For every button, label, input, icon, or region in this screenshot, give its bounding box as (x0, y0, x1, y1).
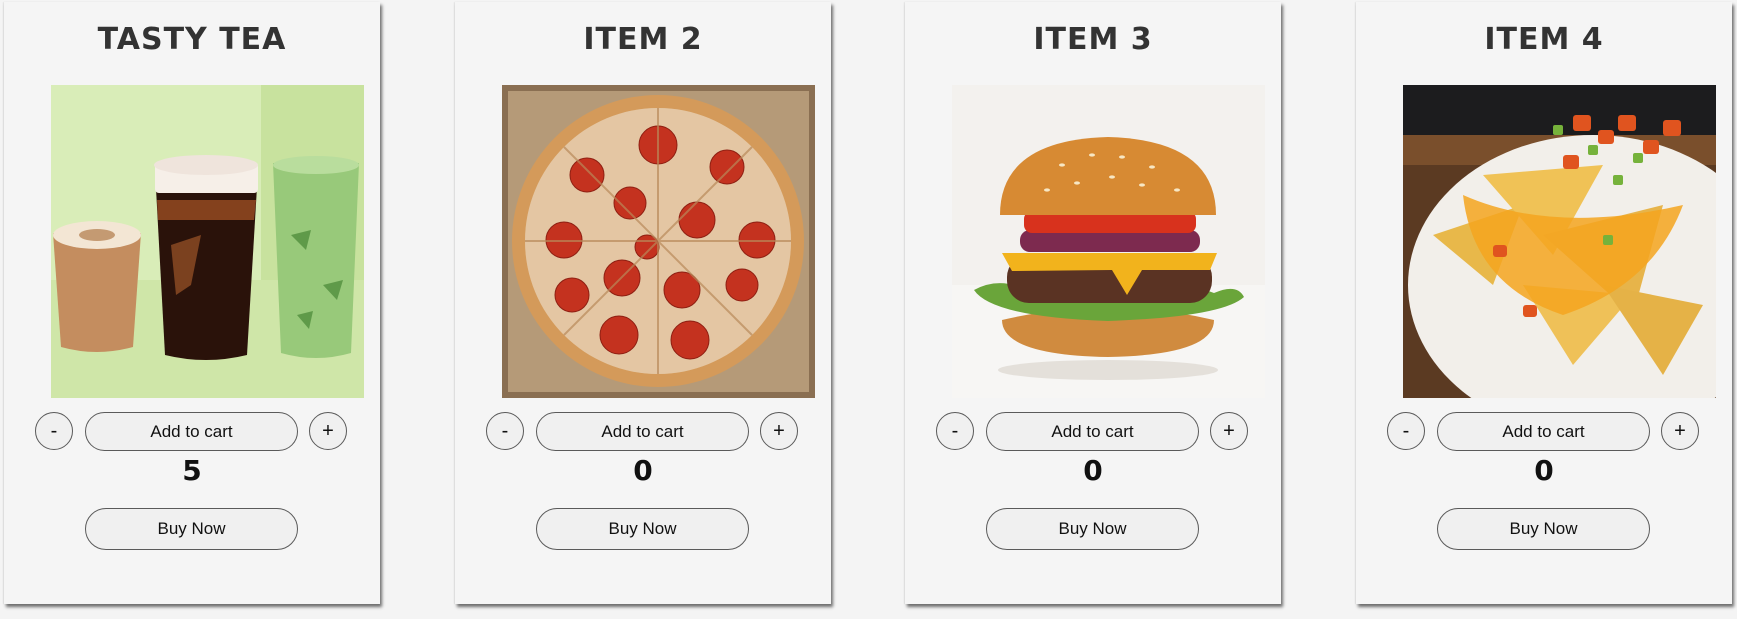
quantity-value: 0 (633, 454, 653, 487)
add-to-cart-button[interactable]: Add to cart (1437, 412, 1650, 451)
product-image-drinks (51, 85, 364, 398)
increase-quantity-button[interactable]: + (1210, 412, 1248, 450)
increase-quantity-button[interactable]: + (1661, 412, 1699, 450)
product-card: ITEM 2 - Add to cart + 0 Buy Now (455, 2, 831, 604)
product-image-burger (952, 85, 1265, 398)
decrease-quantity-button[interactable]: - (486, 412, 524, 450)
buy-now-button[interactable]: Buy Now (986, 508, 1199, 550)
product-title: ITEM 3 (1033, 22, 1153, 57)
product-image-pizza (502, 85, 815, 398)
product-card: TASTY TEA - Add to cart + 5 Buy Now (4, 2, 380, 604)
product-image-nachos (1403, 85, 1716, 398)
product-grid: TASTY TEA - Add to cart + 5 Buy Now ITEM… (0, 0, 1737, 619)
quantity-value: 0 (1534, 454, 1554, 487)
product-card: ITEM 4 - Add to cart + 0 Buy Now (1356, 2, 1732, 604)
add-to-cart-button[interactable]: Add to cart (986, 412, 1199, 451)
buy-now-button[interactable]: Buy Now (536, 508, 749, 550)
product-title: ITEM 2 (583, 22, 703, 57)
decrease-quantity-button[interactable]: - (35, 412, 73, 450)
add-to-cart-button[interactable]: Add to cart (536, 412, 749, 451)
product-card: ITEM 3 - Add to cart + 0 Buy Now (905, 2, 1281, 604)
buy-now-button[interactable]: Buy Now (85, 508, 298, 550)
quantity-value: 5 (182, 454, 202, 487)
buy-now-button[interactable]: Buy Now (1437, 508, 1650, 550)
increase-quantity-button[interactable]: + (760, 412, 798, 450)
quantity-value: 0 (1083, 454, 1103, 487)
decrease-quantity-button[interactable]: - (936, 412, 974, 450)
increase-quantity-button[interactable]: + (309, 412, 347, 450)
add-to-cart-button[interactable]: Add to cart (85, 412, 298, 451)
decrease-quantity-button[interactable]: - (1387, 412, 1425, 450)
product-title: ITEM 4 (1484, 22, 1604, 57)
product-title: TASTY TEA (97, 22, 287, 57)
